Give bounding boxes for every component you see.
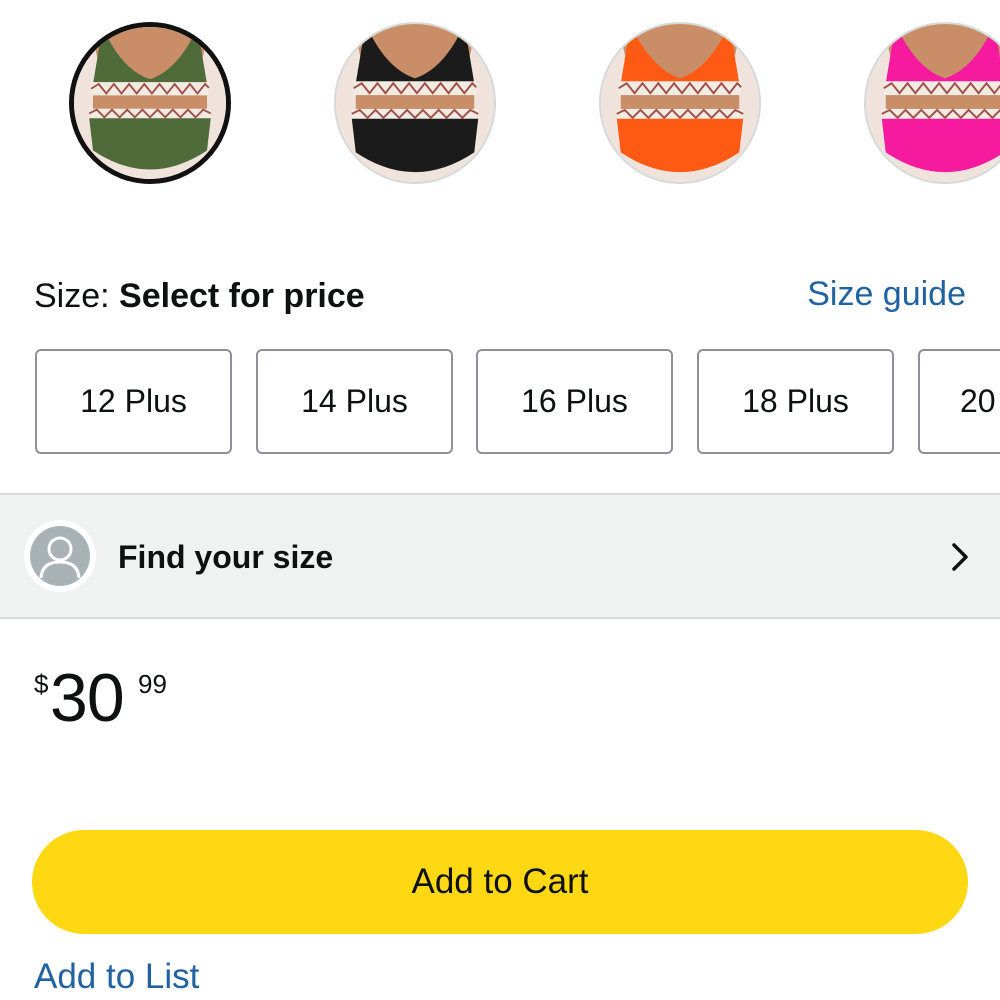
price-fraction: 99 — [138, 669, 167, 699]
swimsuit-thumbnail — [601, 24, 759, 182]
size-option-16-plus[interactable]: 16 Plus — [476, 349, 673, 454]
color-swatch-hot-pink[interactable] — [864, 22, 1000, 184]
price-whole: 30 — [50, 660, 125, 736]
find-your-size-label: Find your size — [118, 539, 334, 575]
swimsuit-thumbnail — [74, 27, 226, 179]
size-label-prefix: Size: — [34, 277, 120, 315]
size-selection-prompt: Select for price — [119, 277, 365, 315]
add-to-cart-button[interactable]: Add to Cart — [32, 830, 968, 934]
user-icon — [30, 526, 90, 586]
size-option-12-plus[interactable]: 12 Plus — [35, 349, 232, 454]
size-label: Size: Select for price — [34, 276, 365, 316]
avatar — [24, 520, 96, 592]
size-option-20[interactable]: 20 — [918, 349, 1000, 454]
price-currency-symbol: $ — [34, 669, 49, 699]
find-your-size-row[interactable]: Find your size — [0, 493, 1000, 619]
size-guide-link[interactable]: Size guide — [807, 274, 966, 314]
product-page: Size: Select for price Size guide 12 Plu… — [0, 0, 1000, 1000]
color-swatch-army-green[interactable] — [69, 22, 231, 184]
add-to-list-link[interactable]: Add to List — [34, 955, 199, 999]
size-option-14-plus[interactable]: 14 Plus — [256, 349, 453, 454]
swimsuit-thumbnail — [336, 24, 494, 182]
size-option-18-plus[interactable]: 18 Plus — [697, 349, 894, 454]
chevron-right-icon — [948, 541, 972, 573]
color-swatch-black[interactable] — [334, 22, 496, 184]
color-swatch-orange[interactable] — [599, 22, 761, 184]
swimsuit-thumbnail — [866, 24, 1000, 182]
